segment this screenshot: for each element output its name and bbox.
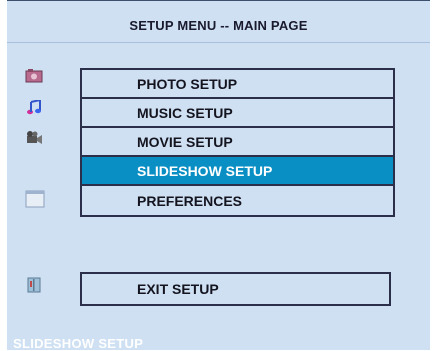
menu-item-music-setup[interactable]: MUSIC SETUP [82, 99, 393, 128]
menu-item-movie-setup[interactable]: MOVIE SETUP [82, 128, 393, 157]
music-icon [25, 100, 43, 116]
status-text: SLIDESHOW SETUP [13, 336, 144, 351]
photo-icon [25, 68, 43, 84]
menu-item-label: MUSIC SETUP [137, 104, 233, 121]
movie-camera-icon [25, 130, 43, 146]
menu-item-slideshow-setup[interactable]: SLIDESHOW SETUP [82, 157, 393, 186]
menu-item-label: PREFERENCES [137, 192, 243, 209]
exit-setup-label: EXIT SETUP [137, 281, 219, 297]
exit-door-icon [25, 277, 43, 293]
exit-setup-button[interactable]: EXIT SETUP [80, 272, 391, 306]
menu-item-preferences[interactable]: PREFERENCES [82, 186, 393, 215]
menu-item-label: PHOTO SETUP [137, 75, 238, 92]
setup-menu: PHOTO SETUP MUSIC SETUP MOVIE SETUP SLID… [80, 68, 395, 217]
menu-item-label: SLIDESHOW SETUP [137, 162, 273, 179]
slideshow-icon [25, 190, 45, 208]
page-title: SETUP MENU -- MAIN PAGE [7, 8, 430, 43]
menu-item-label: MOVIE SETUP [137, 133, 233, 150]
menu-item-photo-setup[interactable]: PHOTO SETUP [82, 70, 393, 99]
setup-screen: SETUP MENU -- MAIN PAGE PHOTO SETUP MUSI… [0, 0, 436, 351]
